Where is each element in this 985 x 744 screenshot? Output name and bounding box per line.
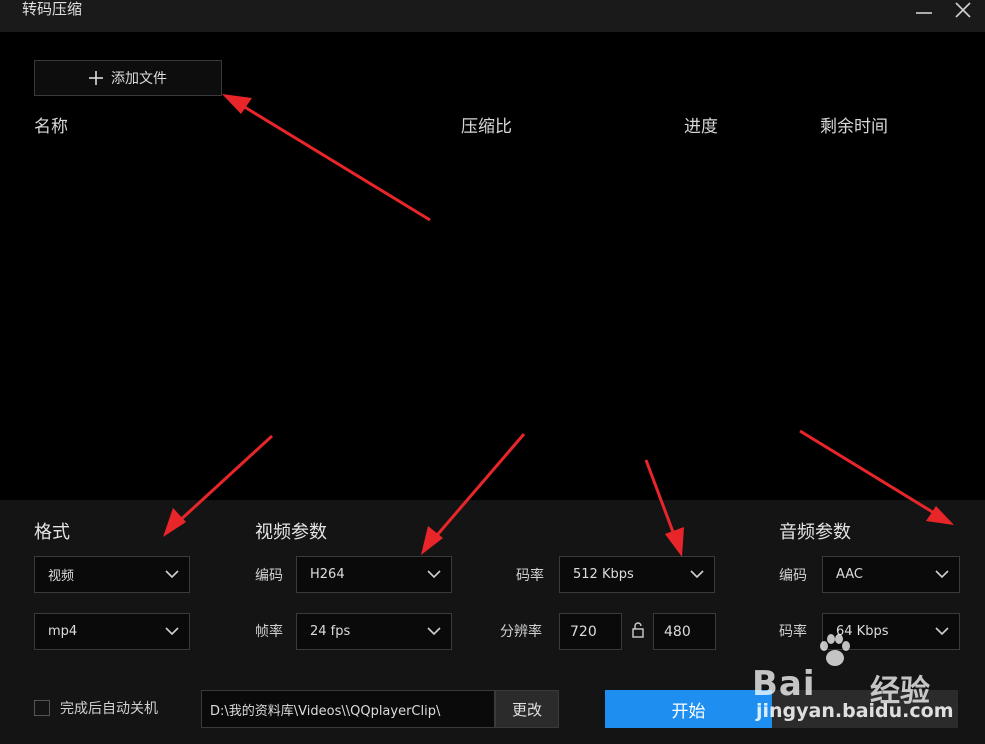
chevron-down-icon <box>935 627 949 636</box>
audio-params-title: 音频参数 <box>779 522 851 543</box>
add-file-button[interactable]: 添加文件 <box>34 60 222 96</box>
start-button[interactable]: 开始 <box>605 690 772 728</box>
video-codec-select[interactable]: H264 <box>296 556 452 593</box>
chevron-down-icon <box>935 570 949 579</box>
audio-bitrate-select[interactable]: 64 Kbps <box>822 613 960 650</box>
video-framerate-value: 24 fps <box>310 624 351 639</box>
format-section-title: 格式 <box>34 522 70 543</box>
format-container-value: mp4 <box>48 624 78 639</box>
close-button[interactable] <box>948 0 978 20</box>
plus-icon <box>89 71 103 85</box>
auto-shutdown-label[interactable]: 完成后自动关机 <box>60 700 158 718</box>
video-framerate-label: 帧率 <box>255 624 283 640</box>
video-bitrate-label: 码率 <box>516 568 544 584</box>
window-title: 转码压缩 <box>22 0 83 18</box>
minimize-icon <box>916 12 932 14</box>
unlock-icon[interactable] <box>632 622 644 638</box>
chevron-down-icon <box>165 627 179 636</box>
format-type-select[interactable]: 视频 <box>34 556 190 593</box>
video-codec-label: 编码 <box>255 568 283 584</box>
format-type-value: 视频 <box>48 569 75 584</box>
audio-codec-select[interactable]: AAC <box>822 556 960 593</box>
chevron-down-icon <box>165 570 179 579</box>
video-framerate-select[interactable]: 24 fps <box>296 613 452 650</box>
chevron-down-icon <box>427 627 441 636</box>
video-codec-value: H264 <box>310 567 345 582</box>
audio-bitrate-value: 64 Kbps <box>836 624 889 639</box>
column-header-progress[interactable]: 进度 <box>684 116 718 138</box>
auto-shutdown-checkbox[interactable] <box>34 700 50 716</box>
audio-codec-label: 编码 <box>779 568 807 584</box>
resolution-height-input[interactable]: 480 <box>653 613 716 650</box>
format-container-select[interactable]: mp4 <box>34 613 190 650</box>
title-bar: 转码压缩 <box>0 0 985 32</box>
column-header-remaining-time[interactable]: 剩余时间 <box>820 116 888 138</box>
video-bitrate-value: 512 Kbps <box>573 567 634 582</box>
video-resolution-label: 分辨率 <box>500 624 542 640</box>
add-file-label: 添加文件 <box>111 71 167 87</box>
change-path-button[interactable]: 更改 <box>495 690 559 728</box>
close-icon <box>955 2 971 18</box>
resolution-width-value: 720 <box>570 623 597 640</box>
chevron-down-icon <box>690 570 704 579</box>
file-list-area <box>0 32 985 500</box>
resolution-height-value: 480 <box>664 623 691 640</box>
video-bitrate-select[interactable]: 512 Kbps <box>559 556 715 593</box>
video-params-title: 视频参数 <box>255 522 327 543</box>
minimize-button[interactable] <box>908 0 938 20</box>
secondary-button[interactable] <box>772 690 958 728</box>
resolution-width-input[interactable]: 720 <box>559 613 622 650</box>
column-header-name[interactable]: 名称 <box>34 116 68 138</box>
output-path-value: D:\我的资料库\Videos\\QQplayerClip\ <box>210 703 441 719</box>
output-path-field[interactable]: D:\我的资料库\Videos\\QQplayerClip\ <box>201 690 495 728</box>
column-header-ratio[interactable]: 压缩比 <box>461 116 512 138</box>
audio-bitrate-label: 码率 <box>779 624 807 640</box>
chevron-down-icon <box>427 570 441 579</box>
audio-codec-value: AAC <box>836 567 863 582</box>
